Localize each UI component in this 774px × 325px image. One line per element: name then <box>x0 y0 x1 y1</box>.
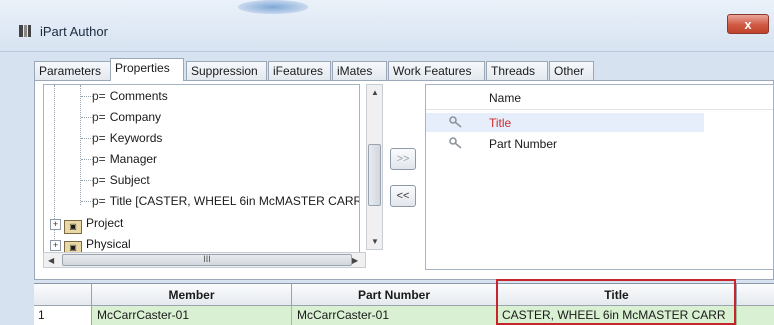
property-prefix: p= <box>92 152 106 166</box>
tree-item-keywords[interactable]: p= Keywords <box>92 129 162 147</box>
row-header-corner <box>34 284 92 306</box>
selected-row-highlight <box>426 113 704 132</box>
title-column-highlight-box <box>496 279 736 325</box>
tree-item-label: Manager <box>109 152 158 166</box>
property-prefix: p= <box>92 131 106 145</box>
scroll-down-icon[interactable]: ▼ <box>371 237 379 246</box>
tree-vertical-scroll-thumb[interactable] <box>368 144 381 206</box>
tree-item-comments[interactable]: p= Comments <box>92 87 168 105</box>
property-prefix: p= <box>92 194 106 208</box>
close-button[interactable]: x <box>727 14 769 34</box>
remove-property-button[interactable]: << <box>390 185 416 207</box>
tree-horizontal-scroll-thumb[interactable]: III <box>62 254 352 266</box>
row-number[interactable]: 1 <box>34 306 92 325</box>
tree-group-label: Project <box>86 216 124 230</box>
scroll-up-icon[interactable]: ▲ <box>371 88 379 97</box>
cell-blank <box>737 306 774 325</box>
title-bar[interactable] <box>0 0 774 52</box>
tree-item-subject[interactable]: p= Subject <box>92 171 150 189</box>
cell-member[interactable]: McCarrCaster-01 <box>92 306 292 325</box>
tree-group-physical[interactable]: ▣ Physical <box>64 235 131 255</box>
tab-ifeatures[interactable]: iFeatures <box>268 61 331 80</box>
key-icon <box>449 116 463 128</box>
tree-item-label: Company <box>109 110 162 124</box>
list-header <box>426 85 773 110</box>
property-prefix: p= <box>92 89 106 103</box>
tree-item-company[interactable]: p= Company <box>92 108 161 126</box>
tree-group-project[interactable]: ▣ Project <box>64 214 124 234</box>
tab-work-features[interactable]: Work Features <box>388 61 485 80</box>
property-prefix: p= <box>92 173 106 187</box>
expand-icon[interactable]: + <box>50 240 61 251</box>
tab-suppression[interactable]: Suppression <box>186 61 267 80</box>
add-property-button[interactable]: >> <box>390 148 416 170</box>
list-item-part-number[interactable]: Part Number <box>489 137 557 151</box>
selected-properties-list[interactable] <box>425 84 774 270</box>
scroll-right-icon[interactable]: ▶ <box>352 256 358 265</box>
tab-imates[interactable]: iMates <box>332 61 387 80</box>
tab-other[interactable]: Other <box>549 61 594 80</box>
tree-item-label: Subject <box>109 173 150 187</box>
tab-bar: Parameters Properties Suppression iFeatu… <box>34 58 774 81</box>
tree-item-label: Title [CASTER, WHEEL 6in McMASTER CARR] <box>109 194 360 208</box>
ipart-app-icon <box>18 24 32 38</box>
tree-item-label: Comments <box>109 89 168 103</box>
scroll-left-icon[interactable]: ◀ <box>48 256 54 265</box>
list-item-title[interactable]: Title <box>489 116 511 130</box>
tree-item-label: Keywords <box>109 131 163 145</box>
property-group-icon: ▣ <box>64 220 82 234</box>
background-window-fragment <box>238 0 308 14</box>
expand-icon[interactable]: + <box>50 219 61 230</box>
tree-item-manager[interactable]: p= Manager <box>92 150 157 168</box>
column-header-blank <box>737 284 774 306</box>
tab-parameters[interactable]: Parameters <box>34 61 111 80</box>
key-icon <box>449 137 463 149</box>
name-column-header[interactable]: Name <box>489 91 521 105</box>
tab-threads[interactable]: Threads <box>486 61 548 80</box>
property-prefix: p= <box>92 110 106 124</box>
column-header-member[interactable]: Member <box>92 284 292 306</box>
tree-item-title[interactable]: p= Title [CASTER, WHEEL 6in McMASTER CARR… <box>92 192 360 210</box>
column-header-part-number[interactable]: Part Number <box>292 284 497 306</box>
property-tree[interactable]: p= Comments p= Company p= Keywords p= Manage… <box>43 84 360 266</box>
tree-group-label: Physical <box>86 237 131 251</box>
window-title: iPart Author <box>40 24 108 39</box>
tab-properties[interactable]: Properties <box>110 58 184 81</box>
cell-part-number[interactable]: McCarrCaster-01 <box>292 306 497 325</box>
